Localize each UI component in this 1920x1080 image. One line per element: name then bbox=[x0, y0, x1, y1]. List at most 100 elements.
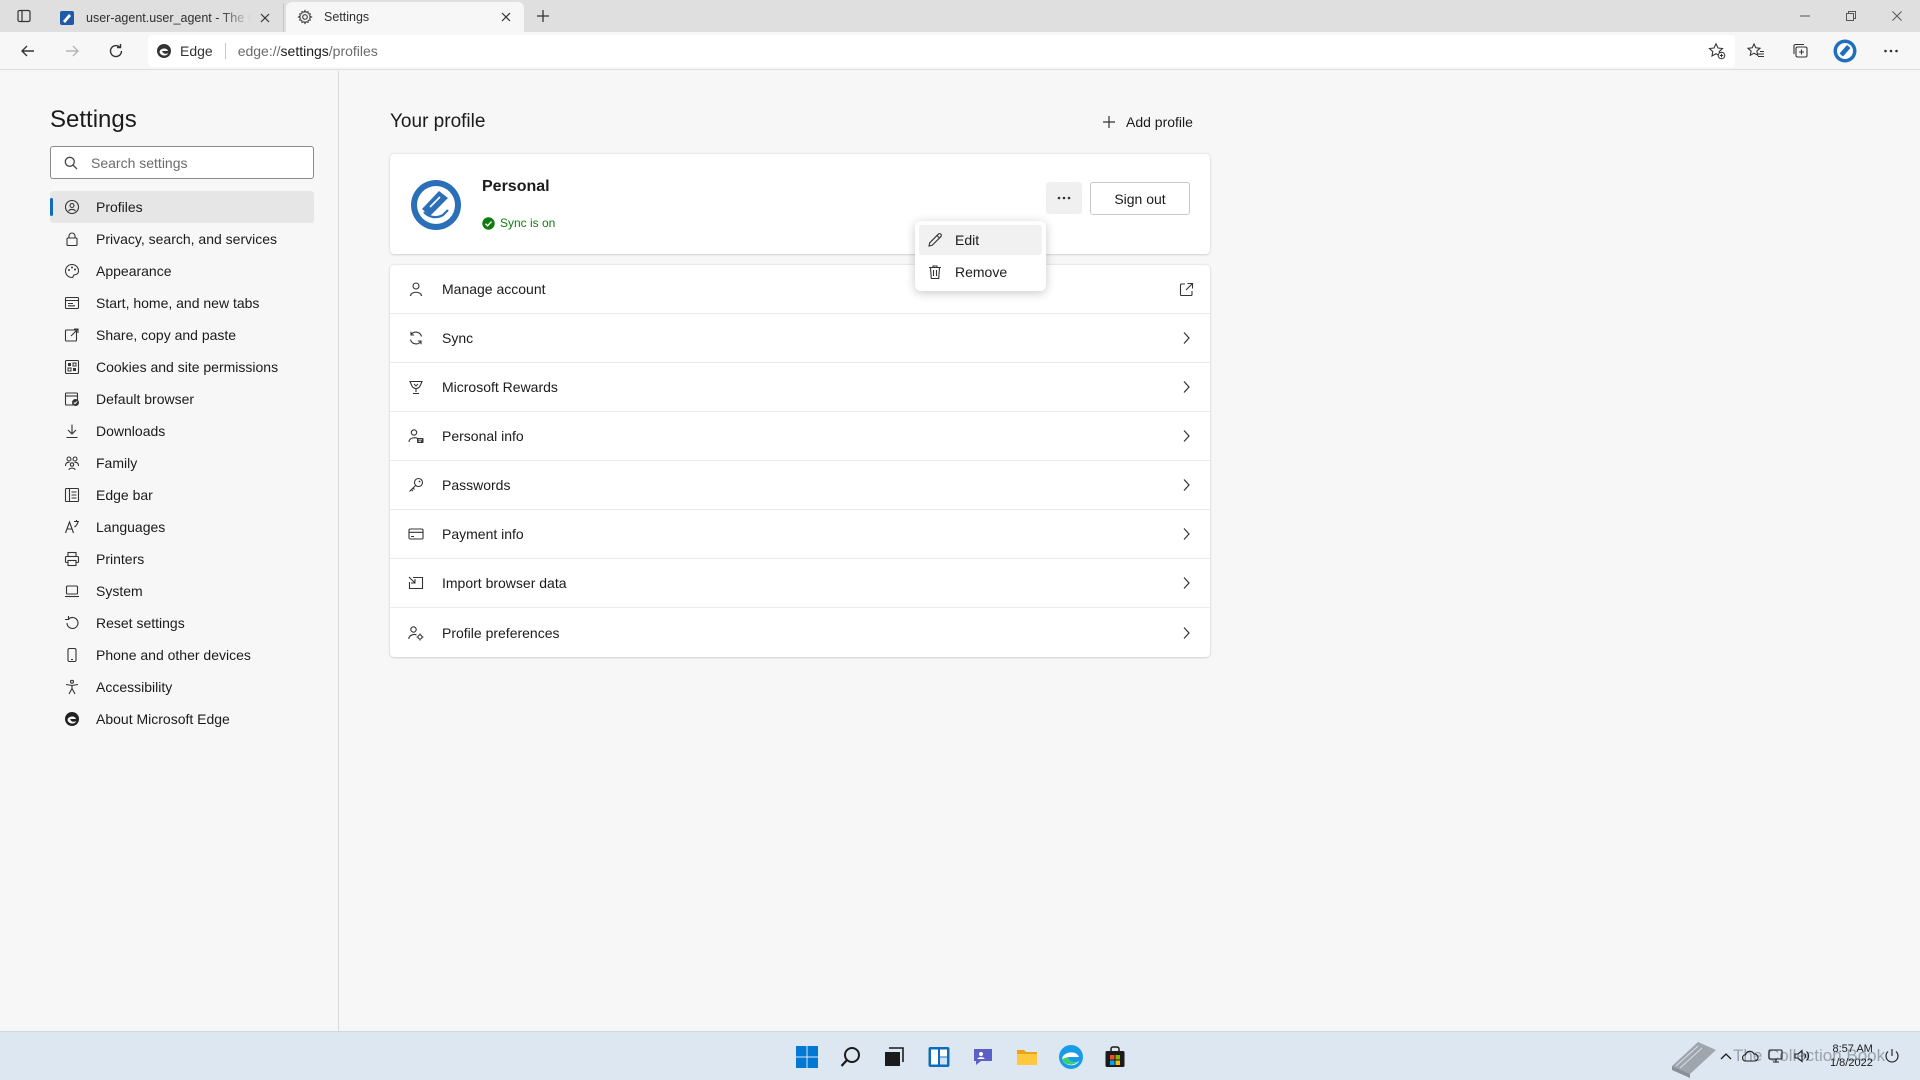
task-view-button[interactable] bbox=[879, 1042, 909, 1072]
laptop-icon bbox=[64, 583, 80, 599]
collections-button[interactable] bbox=[1785, 36, 1815, 66]
sidebar-item-printers[interactable]: Printers bbox=[50, 543, 314, 575]
close-tab-button[interactable] bbox=[498, 9, 514, 25]
sidebar-item-accessibility[interactable]: Accessibility bbox=[50, 671, 314, 703]
sidebar-item-reset[interactable]: Reset settings bbox=[50, 607, 314, 639]
sidebar-item-cookies[interactable]: Cookies and site permissions bbox=[50, 351, 314, 383]
sidebar-item-edge-bar[interactable]: Edge bar bbox=[50, 479, 314, 511]
close-tab-button[interactable] bbox=[257, 10, 273, 26]
row-passwords[interactable]: Passwords bbox=[390, 461, 1210, 510]
menu-item-remove[interactable]: Remove bbox=[919, 257, 1042, 287]
profile-preferences-icon bbox=[406, 623, 426, 643]
sidebar-item-system[interactable]: System bbox=[50, 575, 314, 607]
sidebar-item-phone-devices[interactable]: Phone and other devices bbox=[50, 639, 314, 671]
sidebar-item-label: Phone and other devices bbox=[96, 647, 251, 663]
profile-context-menu: Edit Remove bbox=[915, 221, 1046, 291]
row-label: Passwords bbox=[442, 477, 511, 493]
system-clock[interactable]: 8:57 AM 1/8/2022 bbox=[1830, 1042, 1873, 1070]
sidebar-item-label: Privacy, search, and services bbox=[96, 231, 278, 247]
page-title: Your profile bbox=[390, 111, 486, 132]
back-button[interactable] bbox=[13, 36, 43, 66]
accessibility-icon bbox=[64, 679, 80, 695]
sidebar-item-appearance[interactable]: Appearance bbox=[50, 255, 314, 287]
sidebar-item-downloads[interactable]: Downloads bbox=[50, 415, 314, 447]
sidebar-item-label: Start, home, and new tabs bbox=[96, 295, 260, 311]
speaker-icon bbox=[1794, 1049, 1809, 1063]
edge-logo-icon bbox=[1059, 1045, 1083, 1069]
taskbar-search-button[interactable] bbox=[836, 1042, 866, 1072]
profile-more-options-button[interactable] bbox=[1046, 182, 1082, 214]
edge-logo-icon bbox=[64, 711, 80, 727]
row-import-browser-data[interactable]: Import browser data bbox=[390, 559, 1210, 608]
profile-name: Personal bbox=[482, 178, 550, 195]
sidebar-item-label: Appearance bbox=[96, 263, 172, 279]
start-button[interactable] bbox=[792, 1042, 822, 1072]
phone-icon bbox=[64, 647, 80, 663]
search-input[interactable] bbox=[91, 154, 291, 171]
favorites-button[interactable] bbox=[1741, 36, 1771, 66]
site-identity[interactable]: Edge bbox=[156, 43, 213, 59]
forward-button[interactable] bbox=[57, 36, 87, 66]
notification-icon bbox=[1885, 1049, 1899, 1063]
lock-icon bbox=[64, 231, 80, 247]
sidebar-item-start-home[interactable]: Start, home, and new tabs bbox=[50, 287, 314, 319]
sign-out-button[interactable]: Sign out bbox=[1090, 182, 1190, 215]
restore-button[interactable] bbox=[1828, 0, 1874, 32]
row-sync[interactable]: Sync bbox=[390, 314, 1210, 363]
row-microsoft-rewards[interactable]: Microsoft Rewards bbox=[390, 363, 1210, 412]
row-manage-account[interactable]: Manage account bbox=[390, 265, 1210, 314]
address-bar[interactable]: Edge edge://settings/profiles bbox=[148, 35, 1735, 67]
row-personal-info[interactable]: Personal info bbox=[390, 412, 1210, 461]
url-text: edge://settings/profiles bbox=[237, 43, 378, 59]
sidebar-title: Settings bbox=[50, 106, 137, 133]
add-favorite-button[interactable] bbox=[1705, 39, 1729, 63]
external-link-icon[interactable] bbox=[1176, 279, 1196, 299]
volume-button[interactable] bbox=[1792, 1046, 1812, 1066]
tab-settings[interactable]: Settings bbox=[286, 2, 524, 32]
folder-icon bbox=[1017, 1050, 1037, 1065]
row-profile-preferences[interactable]: Profile preferences bbox=[390, 608, 1210, 657]
minimize-button[interactable] bbox=[1782, 0, 1828, 32]
show-hidden-icons-button[interactable] bbox=[1716, 1046, 1736, 1066]
book-favicon-icon bbox=[58, 9, 76, 27]
menu-item-label: Remove bbox=[955, 264, 1008, 280]
widgets-button[interactable] bbox=[924, 1042, 954, 1072]
sidebar-item-family[interactable]: Family bbox=[50, 447, 314, 479]
arrow-left-icon bbox=[21, 45, 34, 57]
family-icon bbox=[64, 455, 80, 471]
chevron-right-icon bbox=[1176, 328, 1196, 348]
store-icon bbox=[1105, 1046, 1125, 1067]
row-payment-info[interactable]: Payment info bbox=[390, 510, 1210, 559]
windows-taskbar: The Collection Book 8:57 AM 1/8/2022 bbox=[0, 1031, 1920, 1080]
search-box[interactable] bbox=[50, 146, 314, 179]
refresh-button[interactable] bbox=[101, 36, 131, 66]
network-button[interactable] bbox=[1766, 1046, 1786, 1066]
file-explorer-button[interactable] bbox=[1012, 1042, 1042, 1072]
sidebar-item-about[interactable]: About Microsoft Edge bbox=[50, 703, 314, 735]
notifications-button[interactable] bbox=[1882, 1046, 1902, 1066]
tab-user-agent[interactable]: user-agent.user_agent - The Coll bbox=[48, 3, 284, 32]
sidebar-item-languages[interactable]: Languages bbox=[50, 511, 314, 543]
add-profile-button[interactable]: Add profile bbox=[1102, 108, 1193, 136]
onedrive-button[interactable] bbox=[1740, 1046, 1760, 1066]
close-window-button[interactable] bbox=[1874, 0, 1920, 32]
chat-icon bbox=[974, 1049, 992, 1065]
sidebar-item-profiles[interactable]: Profiles bbox=[50, 191, 314, 223]
palette-icon bbox=[64, 263, 80, 279]
sidebar-item-default-browser[interactable]: Default browser bbox=[50, 383, 314, 415]
tab-title: user-agent.user_agent - The Coll bbox=[86, 10, 251, 25]
profile-avatar-button[interactable] bbox=[1830, 36, 1860, 66]
sidebar-item-privacy[interactable]: Privacy, search, and services bbox=[50, 223, 314, 255]
edge-logo-icon bbox=[157, 44, 171, 58]
new-tab-button[interactable] bbox=[532, 5, 554, 27]
pencil-icon bbox=[927, 232, 943, 248]
store-button[interactable] bbox=[1100, 1042, 1130, 1072]
edge-taskbar-button[interactable] bbox=[1056, 1042, 1086, 1072]
sidebar-item-share-copy-paste[interactable]: Share, copy and paste bbox=[50, 319, 314, 351]
tab-actions-button[interactable] bbox=[9, 4, 39, 28]
menu-item-edit[interactable]: Edit bbox=[919, 225, 1042, 255]
teams-chat-button[interactable] bbox=[968, 1042, 998, 1072]
close-icon bbox=[501, 12, 511, 22]
settings-and-more-button[interactable] bbox=[1876, 36, 1906, 66]
sidebar-item-label: Accessibility bbox=[96, 679, 173, 695]
